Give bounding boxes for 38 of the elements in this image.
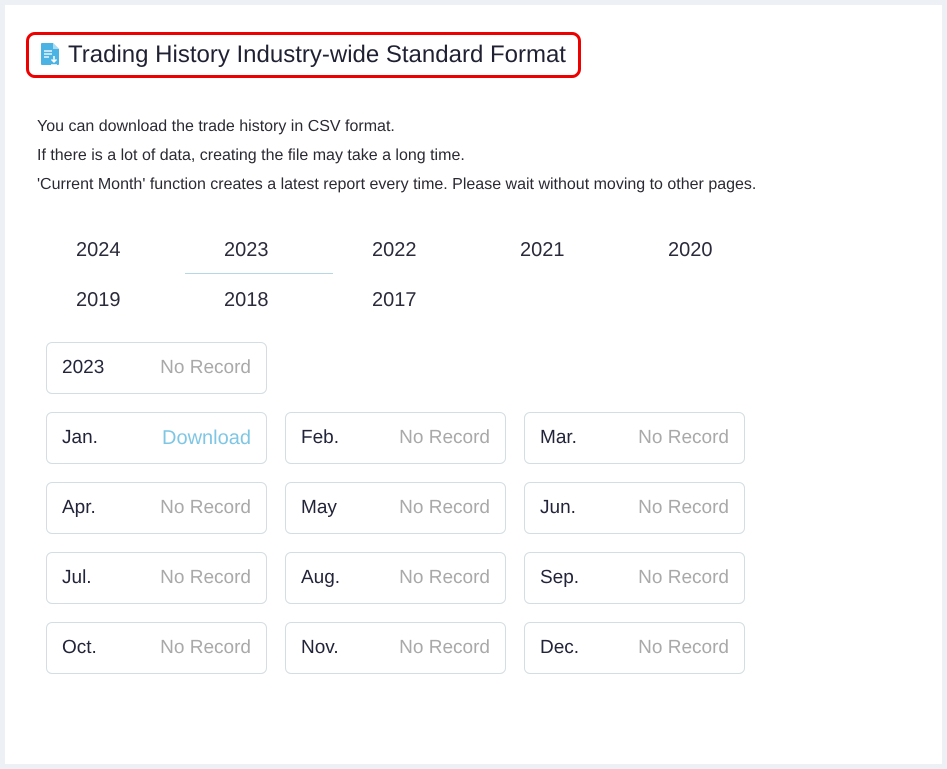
status-text: No Record: [638, 637, 729, 659]
year-tab[interactable]: 2022: [333, 227, 481, 274]
description-text: You can download the trade history in CSV format.: [37, 117, 396, 137]
page-title: Trading History Industry-wide Standard Format: [68, 41, 566, 69]
status-text: No Record: [399, 497, 490, 519]
year-tab[interactable]: 2019: [37, 277, 185, 324]
description-text: If there is a lot of data, creating the file may take a long time.: [37, 146, 466, 166]
year-tab[interactable]: 2020: [629, 227, 777, 274]
document-download-icon: [40, 42, 60, 68]
year-tab[interactable]: 2018: [185, 277, 333, 324]
status-text: No Record: [399, 427, 490, 449]
period-label: Apr.: [62, 497, 96, 519]
period-label: Mar.: [540, 427, 577, 449]
description-text: 'Current Month' function creates a latest report every time. Please wait without moving to other pages.: [37, 175, 758, 195]
period-label: May: [301, 497, 337, 519]
period-label: Dec.: [540, 637, 580, 659]
period-label: 2023: [62, 357, 104, 379]
year-tab[interactable]: 2021: [481, 227, 629, 274]
status-text: No Record: [399, 567, 490, 589]
status-text: No Record: [638, 427, 729, 449]
period-label: Jun.: [540, 497, 576, 519]
period-label: Jan.: [62, 427, 98, 449]
status-text: No Record: [160, 567, 251, 589]
status-text: No Record: [160, 357, 251, 379]
status-text: No Record: [160, 637, 251, 659]
status-text: No Record: [638, 567, 729, 589]
period-label: Sep.: [540, 567, 580, 589]
period-label: Aug.: [301, 567, 340, 589]
period-label: Jul.: [62, 567, 92, 589]
status-text: No Record: [160, 497, 251, 519]
year-tab[interactable]: 2024: [37, 227, 185, 274]
year-tab[interactable]: 2023: [185, 227, 333, 274]
period-label: Feb.: [301, 427, 340, 449]
status-text: No Record: [638, 497, 729, 519]
period-label: Nov.: [301, 637, 339, 659]
year-tab[interactable]: 2017: [333, 277, 481, 324]
period-label: Oct.: [62, 637, 97, 659]
status-text: No Record: [399, 637, 490, 659]
